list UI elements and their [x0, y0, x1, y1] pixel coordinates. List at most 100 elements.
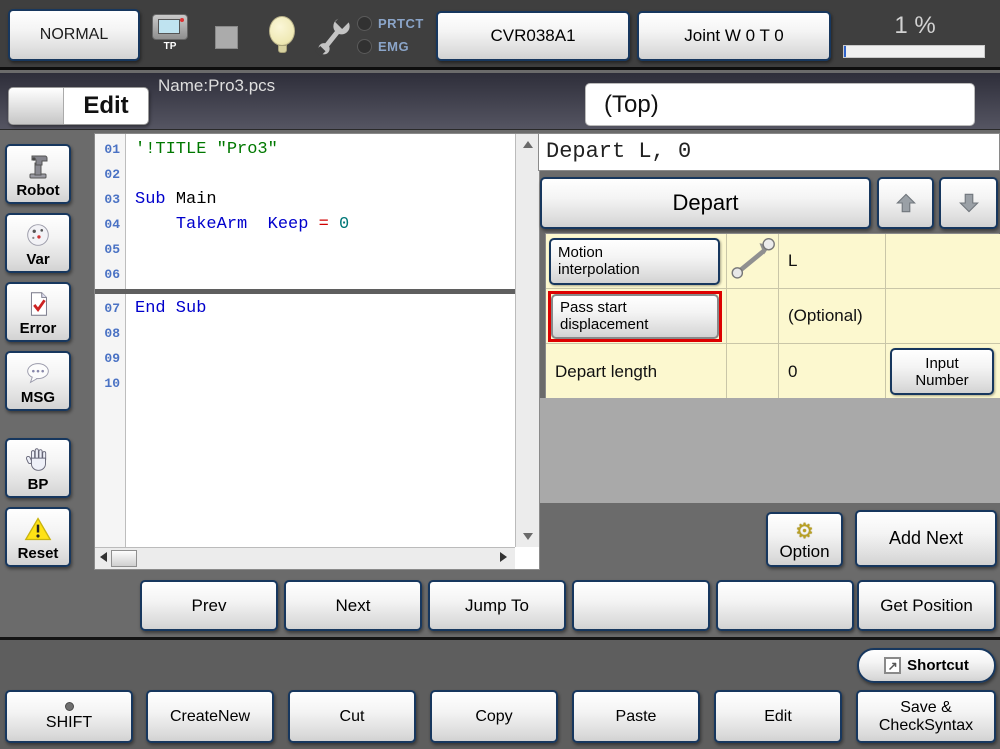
- code-line[interactable]: 08: [95, 321, 515, 346]
- nav-button-blank[interactable]: [572, 580, 710, 631]
- code-line[interactable]: 03 Sub Main: [95, 187, 515, 212]
- option-button[interactable]: ⚙ Option: [766, 512, 843, 567]
- sidebar-button-bp[interactable]: BP: [5, 438, 71, 498]
- code-editor[interactable]: 01 '!TITLE "Pro3" 02 03 Sub Main 04 TakeArm K…: [94, 133, 540, 570]
- nav-button-get-position[interactable]: Get Position: [857, 580, 996, 631]
- prtct-label: PRTCT: [378, 16, 424, 31]
- sidebar-button-msg[interactable]: MSG: [5, 351, 71, 411]
- sidebar-button-label: Reset: [17, 545, 59, 562]
- sidebar-button-var[interactable]: Var: [5, 213, 71, 273]
- robot-icon: [22, 149, 54, 182]
- code-line[interactable]: 01 '!TITLE "Pro3": [95, 137, 515, 162]
- tp-screen-icon: [158, 19, 180, 34]
- param-label-cell: Depart length: [546, 344, 727, 399]
- sidebar-button-reset[interactable]: Reset: [5, 507, 71, 567]
- horizontal-scrollbar[interactable]: [95, 547, 515, 569]
- tab-edit[interactable]: Edit: [8, 87, 149, 125]
- fkey-label: CreateNew: [169, 707, 251, 725]
- shortcut-icon: ↗: [884, 657, 902, 674]
- sidebar-button-error[interactable]: Error: [5, 282, 71, 342]
- teach-pendant-icon[interactable]: TP: [148, 14, 192, 58]
- parameter-table: Motion interpolation L Pass start displace…: [545, 233, 1000, 401]
- vertical-scrollbar[interactable]: [515, 134, 539, 547]
- scroll-up-icon[interactable]: [523, 141, 533, 148]
- nav-button-next[interactable]: Next: [284, 580, 422, 631]
- speed-percent-label: 1 %: [894, 12, 936, 39]
- edit-tab-label: Edit: [83, 92, 129, 119]
- motion-line-icon: [729, 237, 777, 286]
- tp-led-icon: [180, 18, 184, 22]
- code-text: TakeArm Keep = 0: [175, 215, 350, 234]
- param-button[interactable]: Pass start displacement: [551, 293, 719, 339]
- nav-button-prev[interactable]: Prev: [140, 580, 278, 631]
- fkey-button-createnew[interactable]: CreateNew: [146, 690, 274, 743]
- line-number: 05: [104, 242, 120, 257]
- param-action-cell: [886, 234, 1000, 289]
- fkey-button-paste[interactable]: Paste: [572, 690, 700, 743]
- error-doc-icon: [23, 287, 53, 320]
- code-area[interactable]: 01 '!TITLE "Pro3" 02 03 Sub Main 04 TakeArm K…: [95, 134, 515, 547]
- add-next-button[interactable]: Add Next: [855, 510, 997, 567]
- nav-button-jump-to[interactable]: Jump To: [428, 580, 566, 631]
- fkey-label: Save & CheckSyntax: [878, 698, 974, 734]
- code-line[interactable]: 07 End Sub: [95, 296, 515, 321]
- line-number: 04: [104, 217, 120, 232]
- code-line[interactable]: 06: [95, 262, 515, 287]
- param-button[interactable]: Motion interpolation: [549, 237, 720, 285]
- param-label-cell: Pass start displacement: [546, 289, 727, 344]
- horizontal-scroll-thumb[interactable]: [111, 550, 137, 567]
- arrow-down-icon: [958, 193, 979, 213]
- lamp-icon[interactable]: [269, 16, 295, 46]
- speed-progress-fill: [844, 46, 847, 57]
- code-line[interactable]: 10: [95, 371, 515, 396]
- warning-icon: [23, 512, 53, 545]
- sidebar-button-robot[interactable]: Robot: [5, 144, 71, 204]
- controller-button[interactable]: CVR038A1: [436, 11, 630, 61]
- param-value: 0: [788, 361, 798, 381]
- teach-pendant-screen: NORMAL TP PRTCT EMG CVR038A1 Joint W 0 T…: [0, 0, 1000, 749]
- sidebar-button-label: Var: [26, 251, 50, 268]
- scroll-down-icon[interactable]: [523, 533, 533, 540]
- fkey-button-shift[interactable]: SHIFT: [5, 690, 133, 743]
- fkey-button-copy[interactable]: Copy: [430, 690, 558, 743]
- nav-button-blank[interactable]: [716, 580, 854, 631]
- dice-icon: [23, 218, 53, 251]
- command-down-button[interactable]: [939, 177, 998, 229]
- param-label: Depart length: [555, 361, 658, 381]
- fkey-button-cut[interactable]: Cut: [288, 690, 416, 743]
- line-number: 06: [104, 267, 120, 282]
- shortcut-button[interactable]: ↗ Shortcut: [857, 648, 996, 683]
- command-select-button[interactable]: Depart: [540, 177, 871, 229]
- input-number-button[interactable]: Input Number: [890, 348, 994, 395]
- param-value: L: [788, 251, 798, 270]
- code-lines: 01 '!TITLE "Pro3" 02 03 Sub Main 04 TakeArm K…: [95, 137, 515, 396]
- code-line[interactable]: 02: [95, 162, 515, 187]
- fkey-button-edit[interactable]: Edit: [714, 690, 842, 743]
- statement-field[interactable]: Depart L, 0: [538, 133, 1000, 171]
- line-number: 10: [104, 376, 120, 391]
- fkey-button-save-checksyntax[interactable]: Save & CheckSyntax: [856, 690, 996, 743]
- line-number: 03: [104, 192, 120, 207]
- param-label-cell: Motion interpolation: [546, 234, 727, 289]
- stop-square-icon[interactable]: [215, 26, 238, 49]
- scroll-left-icon[interactable]: [100, 552, 107, 562]
- tab-blank-segment[interactable]: [9, 88, 64, 124]
- tp-device-icon: [152, 14, 188, 40]
- prtct-led-icon: [357, 16, 372, 31]
- joint-mode-button[interactable]: Joint W 0 T 0: [637, 11, 831, 61]
- line-number: 08: [104, 326, 120, 341]
- line-number: 09: [104, 351, 120, 366]
- mode-button[interactable]: NORMAL: [8, 9, 140, 61]
- wrench-icon[interactable]: [314, 12, 354, 63]
- fkey-label: Paste: [615, 707, 657, 725]
- code-line[interactable]: 05: [95, 237, 515, 262]
- command-up-button[interactable]: [877, 177, 934, 229]
- param-icon-cell: [727, 234, 779, 289]
- fkey-label: Cut: [339, 707, 365, 725]
- code-line[interactable]: 04 TakeArm Keep = 0: [95, 212, 515, 237]
- line-number: 01: [104, 142, 120, 157]
- scroll-right-icon[interactable]: [500, 552, 507, 562]
- emg-indicator: EMG: [357, 39, 409, 54]
- param-icon-cell: [727, 344, 779, 399]
- code-line[interactable]: 09: [95, 346, 515, 371]
